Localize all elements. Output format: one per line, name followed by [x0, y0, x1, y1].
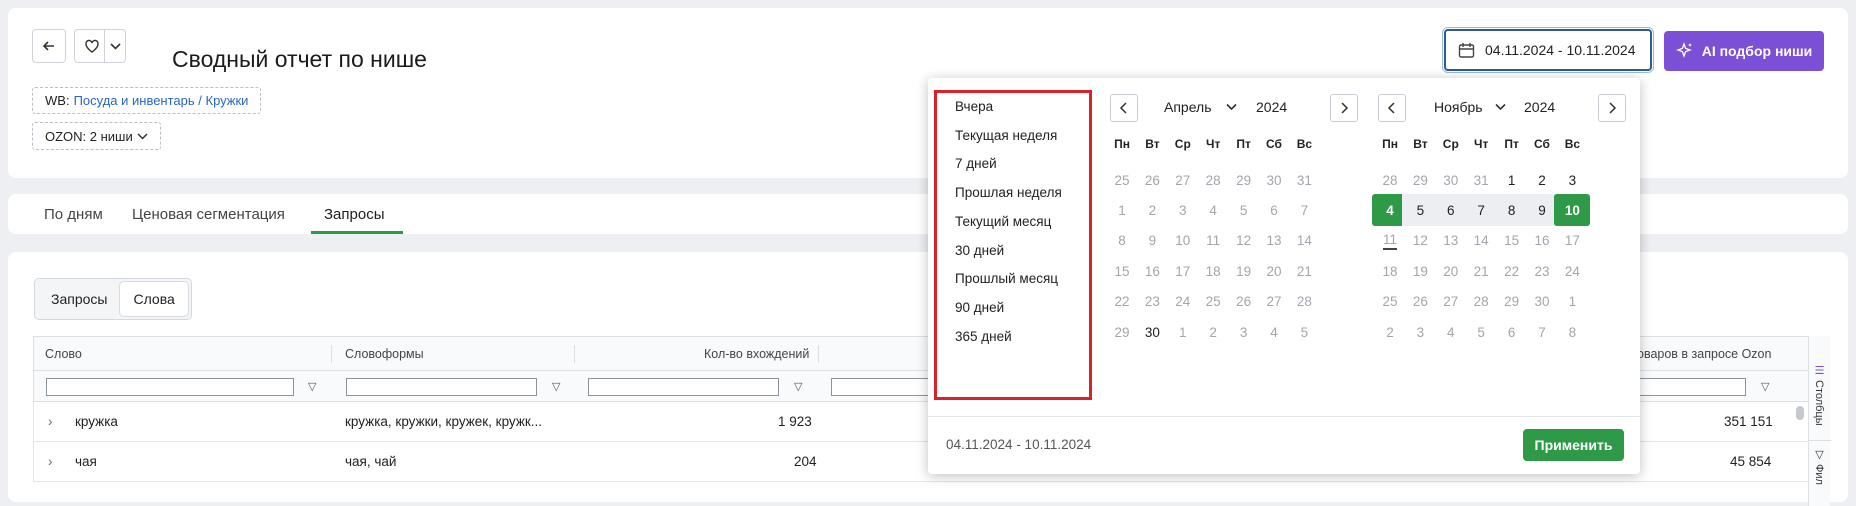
left-year-select[interactable]: 2024 — [1256, 99, 1287, 115]
preset-item[interactable]: Вчера — [955, 99, 993, 114]
right-month-label: Ноябрь — [1434, 99, 1483, 115]
tab-price-segmentation[interactable]: Ценовая сегментация — [132, 194, 285, 234]
calendar-day[interactable]: 28 — [1286, 286, 1322, 318]
row-wordforms: чая, чай — [345, 454, 397, 469]
preset-item[interactable]: 7 дней — [955, 156, 997, 171]
chevron-down-icon[interactable] — [110, 42, 121, 51]
ozon-label: OZON: 2 ниши — [45, 128, 133, 144]
calendar-day[interactable]: 1 — [1554, 286, 1590, 318]
filter-panel-icon[interactable]: ▽ — [1813, 448, 1826, 461]
segment-queries[interactable]: Запросы — [38, 282, 120, 316]
filter-occurrences-input[interactable] — [588, 378, 779, 396]
calendar-day[interactable]: 10 — [1554, 194, 1591, 227]
chevron-down-icon — [1495, 103, 1506, 111]
selected-range-text: 04.11.2024 - 10.11.2024 — [946, 437, 1092, 452]
left-month-label: Апрель — [1164, 99, 1212, 115]
prev-month-button[interactable] — [1110, 94, 1138, 122]
filter-ozon-input[interactable] — [1625, 378, 1746, 396]
row-wordforms: кружка, кружки, кружек, кружк... — [345, 414, 543, 429]
chevron-right-icon — [1609, 102, 1617, 114]
calendar-day[interactable]: 31 — [1286, 164, 1322, 196]
popup-footer: 04.11.2024 - 10.11.2024 Применить — [928, 416, 1640, 474]
arrow-left-icon — [42, 41, 54, 51]
tab-queries[interactable]: Запросы — [324, 194, 385, 234]
date-range-popup: Вчера Текущая неделя 7 дней Прошлая неделя Т… — [928, 78, 1640, 474]
date-range-picker[interactable]: 04.11.2024 - 10.11.2024 — [1442, 27, 1654, 73]
filter-icon[interactable]: ▽ — [552, 380, 560, 393]
col-ozon-products[interactable]: оваров в запросе Ozon — [1637, 347, 1771, 361]
preset-item[interactable]: 365 дней — [955, 329, 1012, 344]
chevron-right-icon — [1341, 102, 1349, 114]
filter-icon[interactable]: ▽ — [794, 380, 802, 393]
favorite-dropdown[interactable] — [74, 29, 126, 63]
expand-chevron-icon[interactable]: › — [48, 414, 53, 429]
next-month-button[interactable] — [1598, 94, 1626, 122]
chevron-down-icon — [1225, 103, 1237, 111]
preset-item[interactable]: Текущий месяц — [955, 214, 1051, 229]
table-side-panel: ☰ Столбцы ▽ Фил — [1808, 336, 1831, 506]
row-ozon: 351 151 — [1724, 414, 1773, 429]
preset-item[interactable]: Текущая неделя — [955, 128, 1057, 143]
page-title: Сводный отчет по нише — [172, 46, 427, 72]
preset-item[interactable]: Прошлая неделя — [955, 185, 1062, 200]
columns-icon[interactable]: ☰ — [1813, 364, 1826, 377]
right-month-select[interactable]: Ноябрь — [1434, 99, 1506, 115]
row-count: 1 923 — [778, 414, 812, 429]
sparkle-icon — [1675, 42, 1692, 58]
filter-word-input[interactable] — [46, 378, 294, 396]
back-button[interactable] — [32, 29, 66, 63]
segment-words[interactable]: Слова — [120, 282, 188, 316]
weekday-label: Вс — [1296, 137, 1313, 151]
tab-by-days[interactable]: По дням — [44, 194, 103, 234]
preset-item[interactable]: 30 дней — [955, 243, 1004, 258]
right-year-select[interactable]: 2024 — [1524, 99, 1555, 115]
wb-category-chip[interactable]: WB: Посуда и инвентарь / Кружки — [32, 87, 262, 114]
columns-toggle[interactable]: Столбцы — [1813, 380, 1825, 426]
filter-wordforms-input[interactable] — [346, 378, 537, 396]
filters-toggle[interactable]: Фил — [1813, 464, 1825, 485]
wb-category-link[interactable]: Посуда и инвентарь / Кружки — [74, 93, 249, 108]
chevron-down-icon — [137, 132, 148, 140]
col-word[interactable]: Слово — [45, 347, 82, 361]
weekday-label: Вс — [1564, 137, 1581, 151]
preset-item[interactable]: 90 дней — [955, 300, 1004, 315]
row-ozon: 45 854 — [1730, 454, 1772, 469]
calendar-icon — [1458, 42, 1475, 58]
row-count: 204 — [794, 454, 817, 469]
preset-list: Вчера Текущая неделя 7 дней Прошлая неделя Т… — [934, 90, 1092, 400]
calendar-day[interactable]: 7 — [1286, 194, 1322, 226]
next-month-button[interactable] — [1330, 94, 1358, 122]
chevron-left-icon — [1387, 102, 1395, 114]
active-tab-indicator — [311, 231, 403, 234]
ai-button-label: AI подбор ниши — [1701, 43, 1813, 59]
calendar-day[interactable]: 17 — [1554, 225, 1590, 257]
chevron-left-icon — [1119, 102, 1127, 114]
ai-niche-button[interactable]: AI подбор ниши — [1664, 31, 1824, 71]
calendar-day[interactable]: 3 — [1554, 164, 1590, 196]
row-word: чая — [75, 454, 97, 469]
calendar-day[interactable]: 14 — [1286, 225, 1322, 257]
filter-icon[interactable]: ▽ — [1761, 380, 1769, 393]
col-wordforms[interactable]: Словоформы — [345, 347, 424, 361]
col-occurrences[interactable]: Кол-во вхождений — [704, 347, 809, 361]
prev-month-button[interactable] — [1378, 94, 1406, 122]
row-word: кружка — [75, 414, 118, 429]
calendar-day[interactable]: 24 — [1554, 255, 1590, 287]
calendar-day[interactable]: 21 — [1286, 255, 1322, 287]
wb-prefix: WB: — [45, 93, 70, 108]
vertical-scrollbar[interactable] — [1795, 404, 1805, 504]
heart-icon[interactable] — [84, 38, 100, 54]
date-range-value: 04.11.2024 - 10.11.2024 — [1485, 42, 1636, 58]
calendar-day[interactable]: 8 — [1554, 316, 1590, 348]
ozon-niches-dropdown[interactable]: OZON: 2 ниши — [32, 122, 161, 150]
preset-item[interactable]: Прошлый месяц — [955, 271, 1058, 286]
left-month-select[interactable]: Апрель — [1164, 99, 1237, 115]
filter-icon[interactable]: ▽ — [308, 380, 316, 393]
apply-button[interactable]: Применить — [1523, 429, 1624, 461]
view-segmented-control: Запросы Слова — [34, 278, 192, 320]
calendar-day[interactable]: 5 — [1286, 316, 1322, 348]
expand-chevron-icon[interactable]: › — [48, 454, 53, 469]
